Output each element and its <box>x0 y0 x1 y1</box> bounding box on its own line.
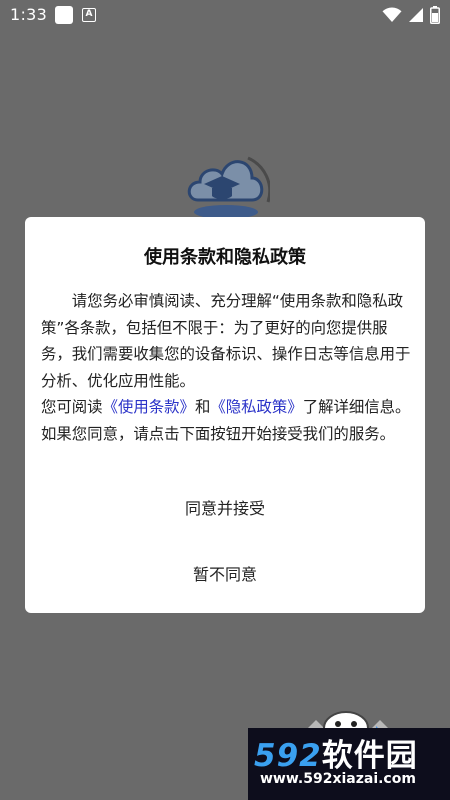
app-logo-icon <box>187 156 270 219</box>
terms-privacy-dialog: 使用条款和隐私政策 请您务必审慎阅读、充分理解“使用条款和隐私政策”各条款，包括… <box>25 217 425 613</box>
paragraph-2-and: 和 <box>194 398 211 416</box>
dialog-body: 请您务必审慎阅读、充分理解“使用条款和隐私政策”各条款，包括但不限于：为了更好的… <box>41 288 413 447</box>
status-icons <box>382 6 440 24</box>
watermark-logo: 592软件园 www.592xiazai.com <box>248 728 450 800</box>
dialog-paragraph-1: 请您务必审慎阅读、充分理解“使用条款和隐私政策”各条款，包括但不限于：为了更好的… <box>41 292 411 390</box>
notification-app-icon <box>55 6 73 24</box>
terms-of-use-link[interactable]: 《使用条款》 <box>103 398 195 416</box>
a-notification-icon: A <box>82 8 96 22</box>
accept-button[interactable]: 同意并接受 <box>25 495 425 519</box>
decline-button[interactable]: 暂不同意 <box>25 561 425 585</box>
watermark-number: 592 <box>254 738 322 774</box>
wifi-icon <box>382 7 402 23</box>
dialog-title: 使用条款和隐私政策 <box>144 247 306 268</box>
status-time: 1:33 <box>10 5 48 24</box>
watermark-url: www.592xiazai.com <box>260 771 416 787</box>
status-bar: 1:33 A <box>0 0 450 32</box>
dialog-paragraph-2: 您可阅读《使用条款》和《隐私政策》了解详细信息。如果您同意，请点击下面按钮开始接… <box>41 394 413 447</box>
watermark-name: 软件园 <box>321 738 418 774</box>
privacy-policy-link[interactable]: 《隐私政策》 <box>210 398 302 416</box>
paragraph-2-prefix: 您可阅读 <box>41 398 103 416</box>
signal-icon <box>409 8 423 22</box>
watermark-title: 592软件园 <box>254 730 418 775</box>
battery-icon <box>430 6 440 24</box>
